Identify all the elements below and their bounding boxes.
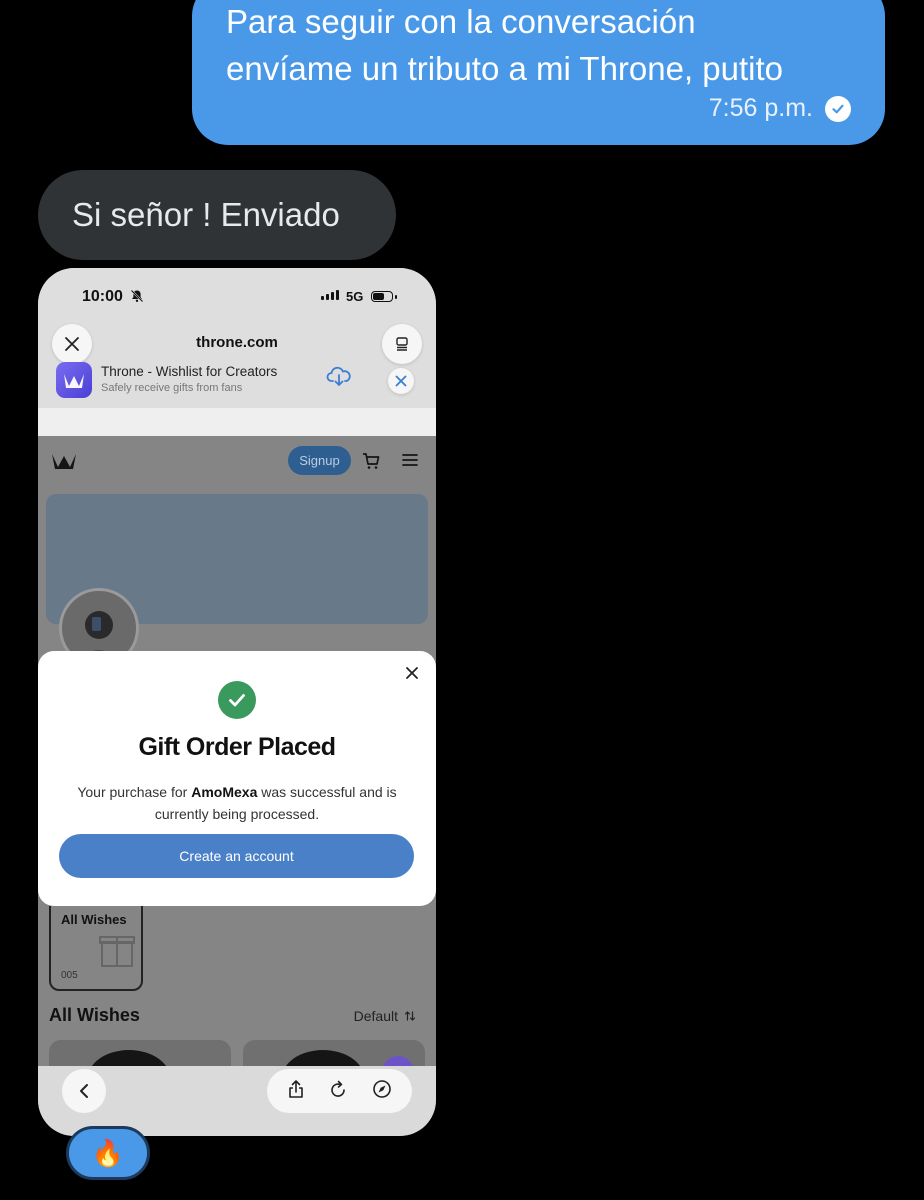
outgoing-message-bubble[interactable]: Para seguir con la conversación envíame … [192, 0, 885, 145]
sort-dropdown[interactable]: Default [354, 1008, 416, 1024]
modal-message-prefix: Your purchase for [77, 784, 192, 800]
check-circle-icon [825, 95, 851, 122]
app-banner-title: Throne - Wishlist for Creators [101, 364, 278, 379]
throne-app-icon [56, 362, 92, 398]
throne-logo-icon[interactable] [51, 450, 77, 475]
bell-muted-icon [130, 289, 144, 308]
success-check-icon [218, 681, 256, 719]
battery-tip [395, 295, 397, 299]
gift-order-modal: Gift Order Placed Your purchase for AmoM… [38, 651, 436, 906]
chevron-left-icon [80, 1084, 88, 1098]
page-top-strip [38, 408, 436, 436]
section-title: All Wishes [49, 1005, 140, 1025]
sort-label: Default [353, 1008, 398, 1024]
creator-name: AmoMexa [191, 784, 258, 800]
url-domain[interactable]: throne.com [38, 334, 436, 351]
browser-url-bar: throne.com Throne - Wishlist for Creator… [38, 324, 436, 408]
signal-icon [321, 290, 339, 300]
wish-card-label: All Wishes [61, 912, 127, 927]
fire-reaction[interactable]: 🔥 [66, 1126, 150, 1180]
signup-button[interactable]: Signup [288, 446, 351, 475]
message-timestamp: 7:56 p.m. [708, 94, 813, 122]
modal-title: Gift Order Placed [138, 733, 336, 761]
compass-icon[interactable] [372, 1079, 392, 1104]
network-type: 5G [346, 289, 364, 304]
create-account-button[interactable]: Create an account [59, 834, 414, 878]
menu-icon[interactable] [402, 453, 418, 472]
site-navbar: Signup [38, 436, 436, 486]
modal-message: Your purchase for AmoMexa was successful… [54, 781, 420, 825]
incoming-message-bubble[interactable]: Si señor ! Enviado [38, 170, 396, 260]
app-banner-subtitle: Safely receive gifts from fans [101, 382, 243, 394]
outgoing-line-1: Para seguir con la conversación [226, 3, 696, 40]
outgoing-message-text: Para seguir con la conversación envíame … [226, 0, 855, 92]
cloud-download-icon[interactable] [326, 366, 352, 393]
gift-icon [99, 928, 135, 973]
message-meta: 7:56 p.m. [709, 94, 851, 123]
reader-mode-button[interactable] [382, 324, 422, 364]
all-wishes-card[interactable]: All Wishes 005 [49, 906, 143, 991]
sort-arrows-icon [404, 1011, 416, 1021]
reload-icon[interactable] [329, 1079, 347, 1104]
cart-icon[interactable] [362, 452, 380, 475]
close-icon [395, 375, 407, 387]
back-button[interactable] [62, 1069, 106, 1113]
status-time: 10:00 [82, 288, 123, 305]
outgoing-line-2: envíame un tributo a mi Throne, putito [226, 50, 784, 87]
incoming-message-text: Si señor ! Enviado [72, 196, 340, 233]
modal-close-icon[interactable] [402, 663, 422, 683]
browser-actions-pill [267, 1069, 412, 1113]
battery-icon [371, 291, 393, 302]
dismiss-banner-button[interactable] [388, 368, 414, 394]
reaction-emoji: 🔥 [91, 1137, 125, 1168]
tabs-icon [396, 337, 408, 351]
phone-status-bar: 10:00 5G [38, 268, 436, 326]
share-icon[interactable] [287, 1079, 305, 1104]
wish-count: 005 [61, 970, 78, 981]
attached-screenshot[interactable]: 10:00 5G throne.com Throne - Wishlist fo… [38, 268, 436, 1136]
